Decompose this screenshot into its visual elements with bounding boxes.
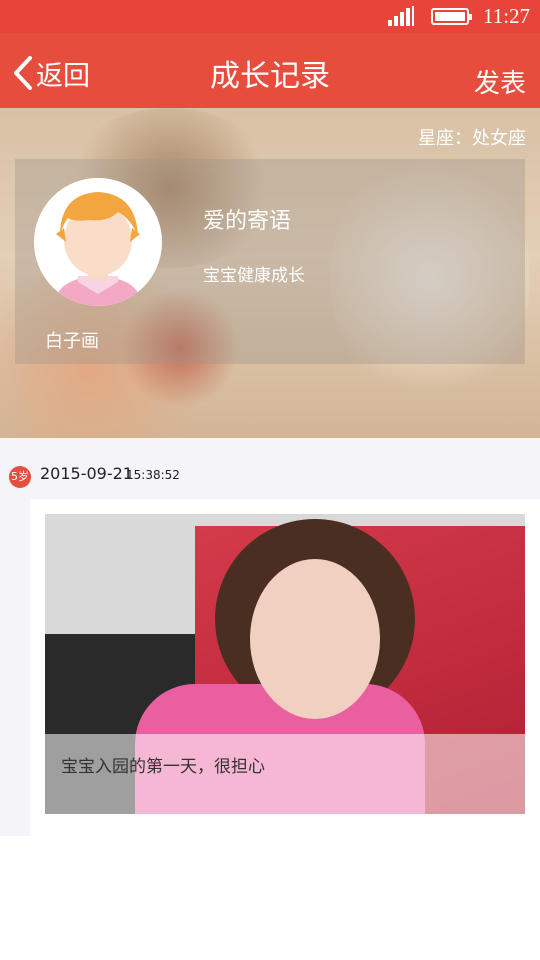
age-badge: 5岁 bbox=[9, 466, 31, 488]
signal-icon bbox=[388, 6, 416, 26]
motto-title: 爱的寄语 bbox=[203, 209, 292, 234]
page-title: 成长记录 bbox=[210, 59, 330, 94]
entry-time: 15:38:52 bbox=[126, 468, 180, 482]
entry-caption: 宝宝入园的第一天，很担心 bbox=[61, 757, 265, 777]
baby-name: 白子画 bbox=[45, 331, 99, 352]
timeline: 5岁 2015-09-21 15:38:52 宝宝入园的第一天，很担心 bbox=[0, 438, 540, 836]
child-avatar-icon bbox=[34, 178, 162, 306]
entry-photo[interactable]: 宝宝入园的第一天，很担心 bbox=[45, 514, 525, 814]
status-bar: 11:27 bbox=[0, 0, 540, 33]
timeline-entry-card[interactable]: 宝宝入园的第一天，很担心 bbox=[30, 499, 540, 836]
avatar[interactable] bbox=[34, 178, 162, 306]
profile-hero: 星座：处女座 白子画 爱的寄语 宝宝健康成长 bbox=[0, 108, 540, 438]
status-time: 11:27 bbox=[483, 4, 531, 28]
publish-button[interactable]: 发表 bbox=[474, 63, 526, 100]
battery-icon bbox=[431, 8, 472, 25]
motto-text: 宝宝健康成长 bbox=[203, 266, 305, 286]
constellation-label: 星座：处女座 bbox=[418, 128, 526, 149]
nav-bar: 返回 成长记录 发表 bbox=[0, 33, 540, 108]
profile-card: 白子画 爱的寄语 宝宝健康成长 bbox=[15, 159, 525, 364]
entry-date: 2015-09-21 bbox=[40, 464, 133, 483]
